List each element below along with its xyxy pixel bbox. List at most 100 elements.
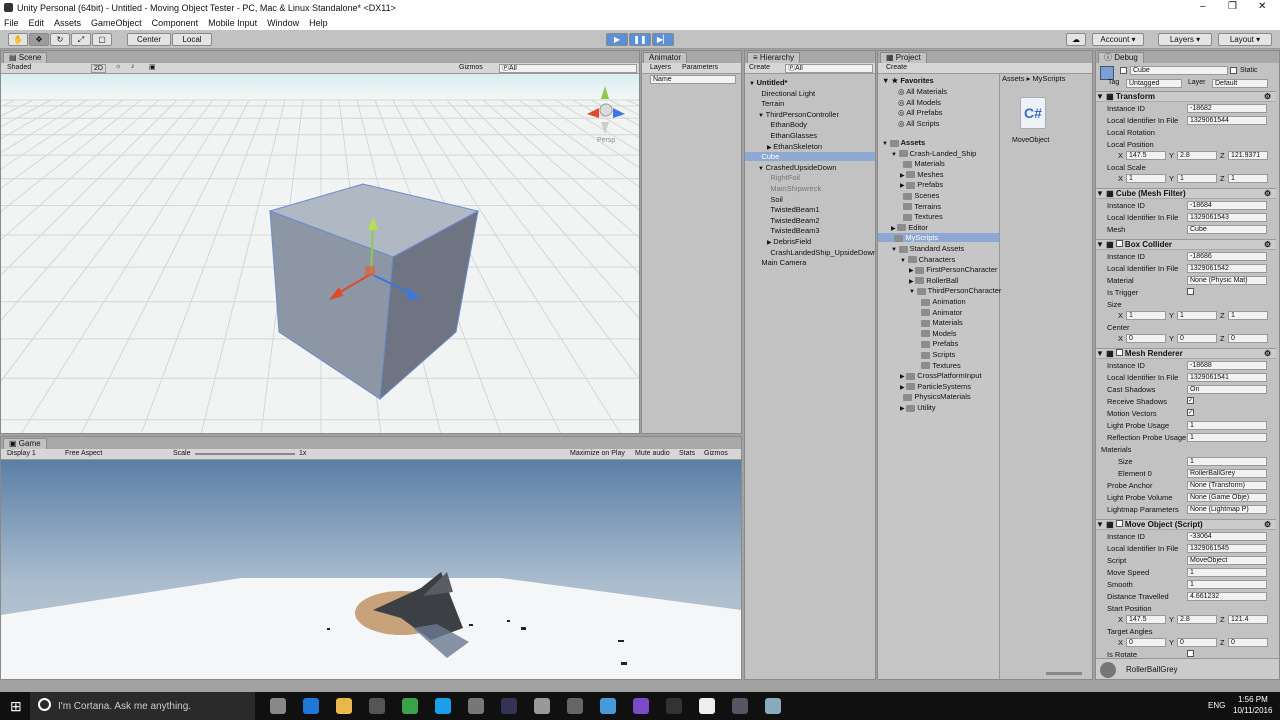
hierarchy-item[interactable]: MainShipwreck: [745, 184, 875, 193]
project-tree-arrow-icon[interactable]: ▼: [891, 247, 899, 253]
light-probe-usage-field[interactable]: 1: [1187, 421, 1267, 430]
project-tree-arrow-icon[interactable]: ▼: [900, 258, 908, 264]
project-tree-item[interactable]: Models: [878, 329, 999, 338]
icon-size-slider[interactable]: [1046, 672, 1082, 675]
vector-field-y[interactable]: 2.8: [1177, 615, 1217, 624]
project-tree-item[interactable]: ▶ Utility: [878, 403, 999, 412]
task-view-icon[interactable]: [270, 698, 286, 714]
moveobject-asset-label[interactable]: MoveObject: [1012, 137, 1049, 144]
cast-shadows-dropdown[interactable]: On: [1187, 385, 1267, 394]
project-tree-arrow-icon[interactable]: ▼: [891, 152, 899, 158]
project-tree-item[interactable]: Terrains: [878, 202, 999, 211]
project-tree-item[interactable]: ▶ Prefabs: [878, 180, 999, 189]
component-enabled-checkbox[interactable]: [1115, 520, 1123, 527]
pivot-center-button[interactable]: Center: [127, 33, 171, 46]
vector-field-y[interactable]: 0: [1177, 638, 1217, 647]
favorite-item[interactable]: ◎ All Prefabs: [898, 108, 943, 117]
instance-id-field[interactable]: -33064: [1187, 532, 1267, 541]
animator-layers-tab[interactable]: Layers: [650, 64, 671, 71]
2d-toggle[interactable]: 2D: [91, 64, 106, 73]
vector-field-y[interactable]: 0: [1177, 334, 1217, 343]
project-tree-item[interactable]: ▶ Meshes: [878, 170, 999, 179]
menu-gameobject[interactable]: GameObject: [91, 18, 142, 28]
rect-tool-icon[interactable]: ▢: [92, 33, 112, 46]
hierarchy-item[interactable]: Cube: [745, 152, 875, 162]
foldout-icon[interactable]: ▼: [1096, 189, 1106, 198]
vector-field-y[interactable]: 1: [1177, 174, 1217, 183]
project-tree-item[interactable]: ▼ Characters: [878, 255, 999, 264]
project-tree-arrow-icon[interactable]: ▼: [909, 289, 917, 295]
hierarchy-item[interactable]: TwistedBeam3: [745, 226, 875, 235]
project-tree-item[interactable]: ▶ CrossPlatformInput: [878, 371, 999, 380]
menu-file[interactable]: File: [4, 18, 19, 28]
hierarchy-item[interactable]: ▼ CrashedUpsideDown: [745, 163, 875, 172]
aspect-dropdown[interactable]: Free Aspect: [65, 450, 102, 457]
hierarchy-item[interactable]: EthanBody: [745, 120, 875, 129]
vector-field-x[interactable]: 0: [1126, 638, 1166, 647]
local-identifier-field[interactable]: 1329061545: [1187, 544, 1267, 553]
local-identifier-field[interactable]: 1329061543: [1187, 213, 1267, 222]
vector-field-z[interactable]: 0: [1228, 638, 1268, 647]
materials-size-field[interactable]: 1: [1187, 457, 1267, 466]
instance-id-field[interactable]: -18684: [1187, 201, 1267, 210]
hierarchy-item[interactable]: RightFoil: [745, 173, 875, 182]
favorite-item[interactable]: ◎ All Models: [898, 98, 941, 107]
component-enabled-checkbox[interactable]: [1115, 240, 1123, 247]
visual-studio-icon[interactable]: [633, 698, 649, 714]
foldout-icon[interactable]: ▼: [1096, 240, 1106, 249]
hierarchy-item[interactable]: Terrain: [745, 99, 875, 108]
favorites-header[interactable]: ▼ ★ Favorites: [882, 76, 934, 85]
menu-component[interactable]: Component: [152, 18, 199, 28]
edge-icon[interactable]: [303, 698, 319, 714]
menu-window[interactable]: Window: [267, 18, 299, 28]
tab-hierarchy[interactable]: ≡ Hierarchy: [747, 52, 801, 63]
tab-game[interactable]: ▣ Game: [3, 438, 47, 449]
project-tree-item[interactable]: ▶ RollerBall: [878, 276, 999, 285]
close-icon[interactable]: ✕: [1258, 1, 1266, 12]
vector-field-z[interactable]: 1: [1228, 174, 1268, 183]
rotate-tool-icon[interactable]: ↻: [50, 33, 70, 46]
material-element-field[interactable]: RollerBallGrey: [1187, 469, 1267, 478]
file-explorer-icon[interactable]: [336, 698, 352, 714]
vector-field-x[interactable]: 147.5: [1126, 151, 1166, 160]
vector-field-x[interactable]: 147.5: [1126, 615, 1166, 624]
play-button[interactable]: ▶: [606, 33, 628, 46]
settings-gear-icon[interactable]: ⚙: [1264, 240, 1271, 249]
scene-search-input[interactable]: ⓅAll: [499, 64, 637, 73]
project-tree-item[interactable]: ▶ FirstPersonCharacter: [878, 265, 999, 274]
favorite-item[interactable]: ◎ All Scripts: [898, 119, 940, 128]
move-tool-icon[interactable]: ✥: [29, 33, 49, 46]
light-probe-volume-field[interactable]: None (Game Obje): [1187, 493, 1267, 502]
vector-field-z[interactable]: 1: [1228, 311, 1268, 320]
hierarchy-item[interactable]: TwistedBeam2: [745, 216, 875, 225]
instance-id-field[interactable]: -18686: [1187, 252, 1267, 261]
project-tree-arrow-icon[interactable]: ▼: [882, 141, 890, 147]
audio-icon[interactable]: ♪: [131, 63, 135, 70]
unity-icon[interactable]: [699, 698, 715, 714]
vector-field-x[interactable]: 0: [1126, 334, 1166, 343]
tab-animator[interactable]: Animator: [643, 52, 688, 63]
step-button[interactable]: ▶▏: [652, 33, 674, 46]
instance-id-field[interactable]: -18682: [1187, 104, 1267, 113]
hierarchy-item[interactable]: ▶ EthanSkeleton: [745, 142, 875, 151]
app-icon[interactable]: [468, 698, 484, 714]
is-trigger-checkbox[interactable]: [1187, 288, 1194, 295]
component-header[interactable]: ▼ ▦ Move Object (Script) ⚙: [1096, 519, 1276, 530]
scale-tool-icon[interactable]: ⤢: [71, 33, 91, 46]
vector-field-x[interactable]: 1: [1126, 311, 1166, 320]
move-speed-field[interactable]: 1: [1187, 568, 1267, 577]
layers-dropdown[interactable]: Layers ▾: [1158, 33, 1212, 46]
project-tree-item[interactable]: Textures: [878, 361, 999, 370]
scene-viewport[interactable]: Persp: [1, 74, 639, 434]
component-header[interactable]: ▼ ▦ Cube (Mesh Filter) ⚙: [1096, 188, 1276, 199]
project-tree-item[interactable]: ▶ ParticleSystems: [878, 382, 999, 391]
foldout-icon[interactable]: ▼: [1096, 92, 1106, 101]
game-gizmos-dropdown[interactable]: Gizmos: [704, 450, 728, 457]
project-tree-item[interactable]: ▼ Assets: [878, 138, 999, 147]
foldout-icon[interactable]: ▼: [1096, 349, 1106, 358]
probe-anchor-field[interactable]: None (Transform): [1187, 481, 1267, 490]
script-field[interactable]: MoveObject: [1187, 556, 1267, 565]
cloud-icon[interactable]: ☁: [1066, 33, 1086, 46]
is-rotate-checkbox[interactable]: [1187, 650, 1194, 657]
project-tree-item[interactable]: Scripts: [878, 350, 999, 359]
